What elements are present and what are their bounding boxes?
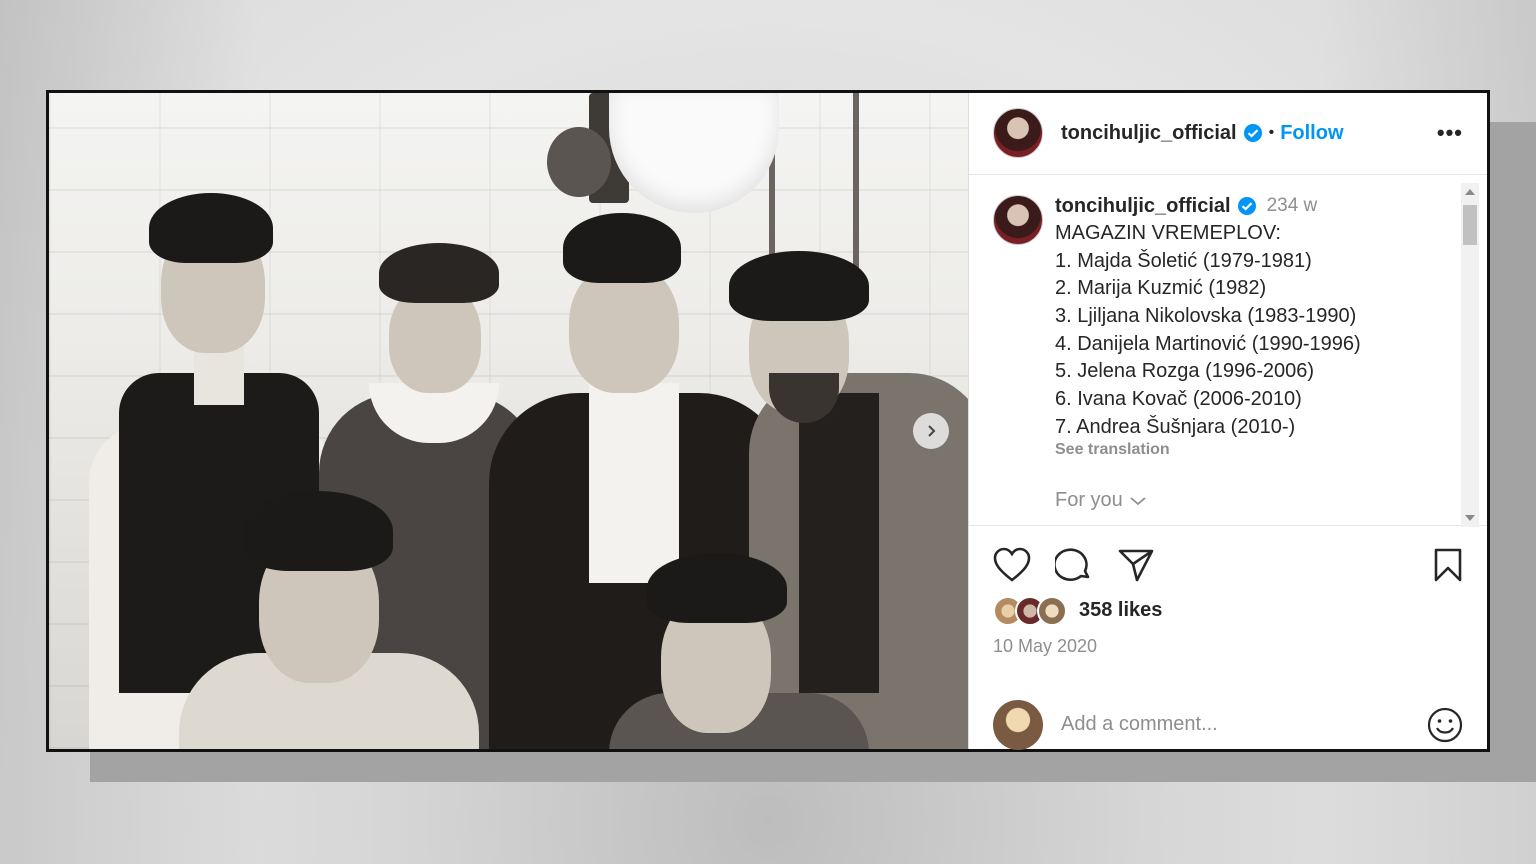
scrollbar[interactable] [1461, 182, 1479, 527]
verified-badge-icon [1237, 197, 1256, 216]
chevron-down-icon [1130, 497, 1146, 506]
see-translation-link[interactable]: See translation [1055, 441, 1361, 459]
caption-text: MAGAZIN VREMEPLOV: 1. Majda Šoletić (197… [1055, 221, 1361, 438]
send-icon[interactable] [1117, 547, 1155, 583]
heart-icon[interactable] [993, 547, 1031, 583]
comment-input[interactable] [1061, 713, 1427, 737]
next-photo-button[interactable] [913, 413, 949, 449]
avatar [993, 699, 1043, 750]
header-username[interactable]: toncihuljic_official [1061, 122, 1237, 145]
scroll-down-arrow[interactable] [1465, 514, 1475, 521]
for-you-label: For you [1055, 489, 1123, 512]
comments-area: toncihuljic_official 234 w MAGAZIN VREME… [969, 175, 1487, 527]
post-time[interactable]: 234 w [1267, 195, 1318, 217]
instagram-post: toncihuljic_official • Follow ••• toncih… [46, 90, 1490, 752]
emoji-icon[interactable] [1427, 707, 1463, 743]
chevron-right-icon [928, 425, 936, 437]
avatar[interactable] [993, 108, 1043, 159]
action-bar [969, 526, 1487, 604]
more-options-button[interactable]: ••• [1437, 120, 1463, 146]
post-photo [49, 93, 968, 749]
post-side-panel: toncihuljic_official • Follow ••• toncih… [968, 93, 1487, 750]
caption: toncihuljic_official 234 w MAGAZIN VREME… [993, 194, 1487, 513]
likes-count[interactable]: 358 likes [1079, 599, 1162, 622]
comment-bar [969, 699, 1487, 750]
bookmark-icon[interactable] [1433, 547, 1463, 583]
avatar [1037, 595, 1067, 626]
post-header: toncihuljic_official • Follow ••• [969, 93, 1487, 175]
liker-avatars[interactable] [993, 595, 1067, 626]
likes-row: 358 likes [969, 595, 1487, 626]
scroll-thumb[interactable] [1463, 204, 1477, 245]
follow-button[interactable]: Follow [1280, 122, 1343, 145]
caption-username[interactable]: toncihuljic_official [1055, 195, 1231, 218]
caption-avatar[interactable] [993, 194, 1043, 245]
separator-dot: • [1268, 124, 1275, 142]
comment-icon[interactable] [1055, 547, 1093, 583]
scroll-up-arrow[interactable] [1465, 188, 1475, 195]
for-you-dropdown[interactable]: For you [1055, 489, 1361, 512]
verified-badge-icon [1243, 124, 1262, 143]
post-date: 10 May 2020 [993, 635, 1098, 656]
